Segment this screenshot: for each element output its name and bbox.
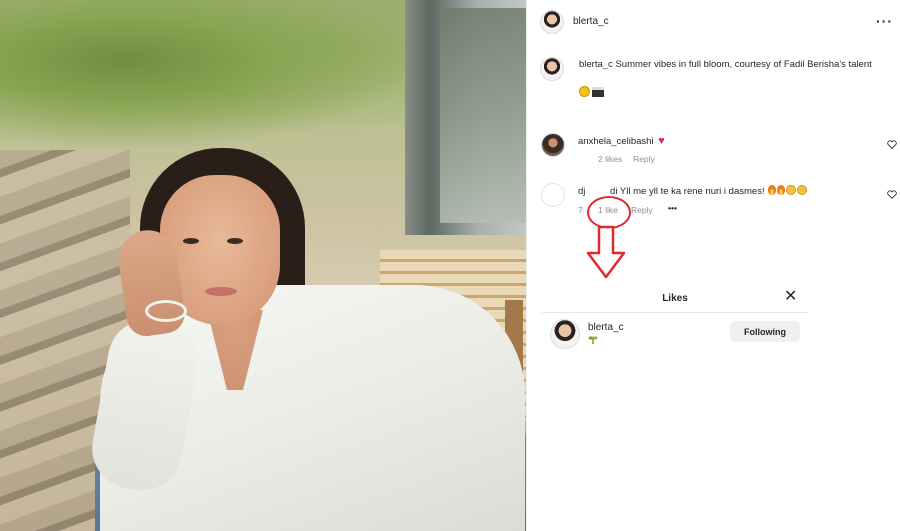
- background-window: [440, 8, 526, 223]
- caption-avatar[interactable]: [540, 57, 564, 81]
- heart-outline-icon[interactable]: [887, 140, 897, 149]
- comment-2: dj di Yll me yll te ka rene nuri i dasme…: [578, 185, 808, 197]
- following-button[interactable]: Following: [730, 321, 800, 342]
- post-side-panel: blerta_c ··· blerta_c Summer vibes in fu…: [526, 0, 900, 531]
- comment-reply-button[interactable]: Reply: [633, 154, 655, 164]
- divider: [542, 312, 808, 313]
- comment-reply-button[interactable]: Reply: [631, 205, 653, 215]
- liker-username[interactable]: blerta_c: [588, 322, 624, 333]
- post-caption: blerta_c Summer vibes in full bloom, cou…: [579, 58, 879, 71]
- bracelet: [145, 300, 187, 322]
- annotation-down-arrow-icon: [586, 225, 626, 279]
- person-eye-right: [227, 238, 243, 244]
- comment-avatar[interactable]: [541, 133, 565, 157]
- comment-text: Yll me yll te ka rene nuri i dasmes!: [619, 186, 765, 197]
- more-horizontal-icon[interactable]: ···: [876, 14, 893, 28]
- comment-username[interactable]: anxhela_celibashi: [578, 136, 654, 147]
- caption-username[interactable]: blerta_c: [579, 59, 613, 70]
- fire-icon: [768, 185, 777, 195]
- caption-emojis: [579, 86, 604, 97]
- comment-username[interactable]: dj: [578, 186, 585, 197]
- person-eye-left: [183, 238, 199, 244]
- comment-like-count[interactable]: 2 likes: [598, 154, 622, 164]
- comment-more-icon[interactable]: •••: [668, 203, 677, 213]
- author-avatar[interactable]: [540, 10, 564, 34]
- plant-icon: [588, 336, 598, 344]
- crying-face-icon: [797, 185, 808, 195]
- likes-dialog: Likes ✕ blerta_c Following: [542, 283, 808, 359]
- comment-avatar[interactable]: [541, 183, 565, 207]
- comment-1: anxhela_celibashi ♥: [578, 135, 665, 147]
- red-heart-icon: ♥: [658, 135, 665, 147]
- post-photo: [0, 0, 526, 531]
- clapper-board-icon: [592, 87, 604, 97]
- comment-timestamp: 7: [578, 205, 583, 215]
- sun-icon: [579, 86, 590, 97]
- fire-icon: [777, 185, 786, 195]
- heart-outline-icon[interactable]: [887, 190, 897, 199]
- person-lips: [205, 287, 237, 296]
- author-username[interactable]: blerta_c: [573, 16, 609, 27]
- likes-dialog-title: Likes: [662, 293, 688, 304]
- close-icon[interactable]: ✕: [784, 289, 797, 305]
- background-foliage: [0, 0, 420, 150]
- crying-face-icon: [786, 185, 797, 195]
- caption-text: Summer vibes in full bloom, courtesy of …: [615, 59, 872, 70]
- liker-avatar[interactable]: [550, 319, 580, 349]
